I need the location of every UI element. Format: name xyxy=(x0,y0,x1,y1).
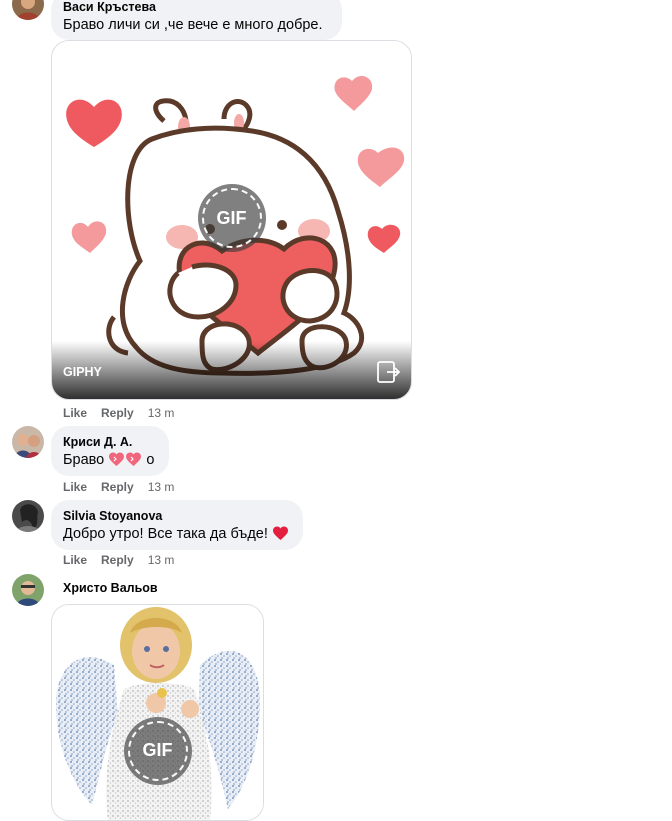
heart-emoji xyxy=(272,526,288,540)
comment-text-end: о xyxy=(146,452,155,468)
avatar-krisi[interactable] xyxy=(12,426,44,458)
giphy-label[interactable]: GIPHY xyxy=(63,365,102,379)
comment-text-start: Браво xyxy=(63,452,105,468)
like-button[interactable]: Like xyxy=(63,480,87,494)
comment-author[interactable]: Васи Кръстева xyxy=(63,0,330,15)
comment-bubble-silvia: Silvia Stoyanova Добро утро! Все така да… xyxy=(51,500,303,550)
comment-actions: Like Reply 13 m xyxy=(63,480,174,494)
comment-time[interactable]: 13 m xyxy=(148,553,175,567)
comment-text: Добро утро! Все така да бъде! xyxy=(63,524,291,544)
open-link-icon[interactable] xyxy=(375,359,401,385)
gif-attachment[interactable]: GIF xyxy=(51,604,264,821)
hearts-emoji xyxy=(109,452,125,466)
gif-play-badge[interactable]: GIF xyxy=(123,716,192,785)
gif-badge-label: GIF xyxy=(216,207,247,228)
comment-actions: Like Reply 13 m xyxy=(63,553,174,567)
hearts-emoji xyxy=(126,452,142,466)
avatar-vasi[interactable] xyxy=(12,0,44,20)
reply-button[interactable]: Reply xyxy=(101,553,134,567)
comment-bubble-krisi: Криси Д. А. Браво о xyxy=(51,426,169,476)
like-button[interactable]: Like xyxy=(63,553,87,567)
gif-attachment[interactable]: GIF GIPHY xyxy=(51,40,412,400)
comment-time[interactable]: 13 m xyxy=(148,406,175,420)
comment-author[interactable]: Silvia Stoyanova xyxy=(63,508,291,524)
reply-button[interactable]: Reply xyxy=(101,406,134,420)
angel-gif xyxy=(52,605,263,820)
reply-button[interactable]: Reply xyxy=(101,480,134,494)
comment-actions: Like Reply 13 m xyxy=(63,406,174,420)
comment-text-body: Добро утро! Все така да бъде! xyxy=(63,526,268,542)
comment-author[interactable]: Христо Вальов xyxy=(63,580,158,596)
avatar-hristo[interactable] xyxy=(12,574,44,606)
comment-text: Браво личи си ,че вече е много добре. xyxy=(63,17,323,33)
comment-bubble-vasi: Васи Кръстева Браво личи си ,че вече е м… xyxy=(51,0,342,40)
comment-time[interactable]: 13 m xyxy=(148,480,175,494)
like-button[interactable]: Like xyxy=(63,406,87,420)
avatar-silvia[interactable] xyxy=(12,500,44,532)
gif-footer xyxy=(52,341,411,399)
comment-text: Браво о xyxy=(63,450,157,470)
comment-author[interactable]: Криси Д. А. xyxy=(63,434,157,450)
gif-badge-label: GIF xyxy=(142,740,173,760)
gif-play-badge[interactable]: GIF xyxy=(197,184,266,252)
